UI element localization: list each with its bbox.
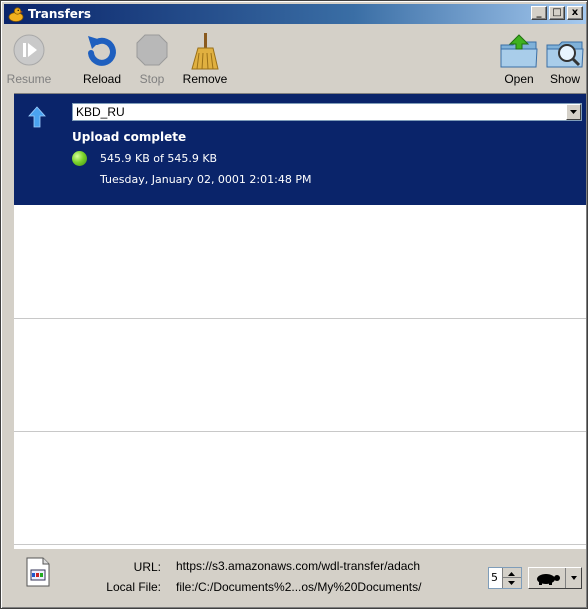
stepper-buttons[interactable] (502, 568, 521, 588)
upload-arrow-icon (28, 106, 46, 128)
duck-app-icon (8, 7, 24, 22)
details-panel: URL: https://s3.amazonaws.com/wdl-transf… (4, 550, 586, 607)
status-ok-icon (72, 151, 87, 166)
chevron-down-icon[interactable] (568, 571, 580, 585)
transfers-window: Transfers _ □ x Resume Reload Stop Remov… (0, 0, 588, 609)
transfer-name: KBD_RU (76, 105, 125, 119)
show-button[interactable]: Show (544, 27, 586, 91)
row-divider (14, 544, 586, 545)
resume-icon (13, 34, 45, 66)
reload-icon (88, 36, 116, 66)
reload-label: Reload (82, 72, 122, 86)
row-divider (14, 431, 586, 432)
close-button[interactable]: x (567, 6, 583, 20)
local-file-label: Local File: (106, 580, 161, 594)
toolbar: Resume Reload Stop Remove Open Show (4, 27, 586, 91)
resume-label: Resume (6, 72, 52, 86)
queue-stepper[interactable]: 5 (488, 567, 522, 589)
stop-button[interactable]: Stop (134, 27, 170, 91)
folder-open-icon (500, 34, 538, 68)
resume-button[interactable]: Resume (6, 27, 52, 91)
minimize-button[interactable]: _ (531, 6, 547, 20)
maximize-button[interactable]: □ (549, 6, 565, 20)
speed-limit-button[interactable] (528, 567, 582, 589)
title-bar[interactable]: Transfers _ □ x (4, 4, 586, 24)
open-label: Open (504, 72, 534, 86)
local-file-value: file:/C:/Documents%2...os/My%20Documents… (176, 580, 422, 594)
turtle-icon (537, 574, 560, 585)
folder-search-icon (546, 41, 584, 68)
queue-stepper-value: 5 (491, 571, 498, 584)
url-value: https://s3.amazonaws.com/wdl-transfer/ad… (176, 559, 421, 573)
stepper-down-icon[interactable] (503, 578, 521, 587)
remove-button[interactable]: Remove (177, 27, 233, 91)
transfer-status: Upload complete (72, 130, 187, 144)
stop-label: Stop (139, 72, 165, 86)
dropdown-arrow-icon[interactable] (566, 104, 581, 120)
file-icon (26, 557, 50, 587)
split-divider (565, 568, 566, 588)
broom-icon (191, 33, 219, 70)
reload-button[interactable]: Reload (78, 27, 126, 91)
row-divider (14, 318, 586, 319)
transfer-row[interactable]: KBD_RU Upload complete 545.9 KB of 545.9… (14, 94, 586, 205)
url-label: URL: (133, 560, 161, 574)
transfer-list[interactable]: KBD_RU Upload complete 545.9 KB of 545.9… (14, 93, 586, 549)
open-button[interactable]: Open (499, 27, 539, 91)
transfer-progress-text: 545.9 KB of 545.9 KB (100, 152, 218, 165)
transfer-name-dropdown[interactable]: KBD_RU (72, 103, 582, 121)
stepper-up-icon[interactable] (503, 568, 521, 578)
stop-icon (136, 34, 168, 66)
show-label: Show (549, 72, 581, 86)
window-title: Transfers (28, 7, 91, 21)
transfer-date: Tuesday, January 02, 0001 2:01:48 PM (100, 173, 312, 186)
remove-label: Remove (182, 72, 228, 86)
